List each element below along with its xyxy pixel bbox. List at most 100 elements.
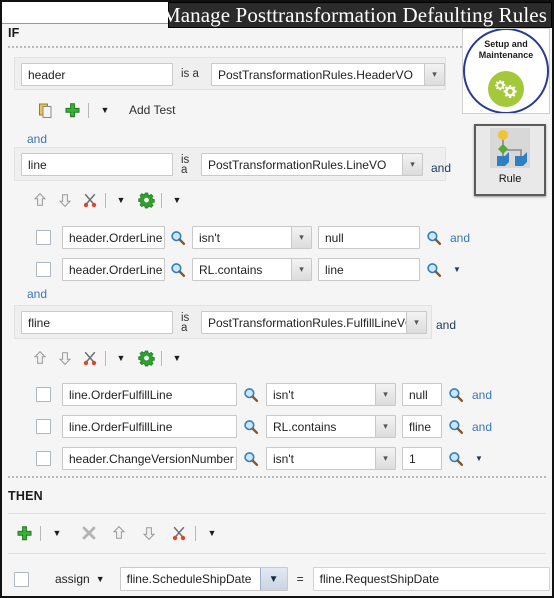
test-row-checkbox[interactable] bbox=[36, 451, 51, 466]
arrow-up-icon[interactable] bbox=[30, 190, 50, 210]
chevron-down-icon[interactable]: ▾ bbox=[424, 64, 444, 85]
test-operator-value: RL.contains bbox=[273, 419, 337, 434]
setup-tile-line2: Maintenance bbox=[478, 50, 534, 60]
test-left-operand[interactable]: header.ChangeVersionNumber bbox=[62, 447, 237, 470]
search-icon[interactable] bbox=[426, 230, 442, 246]
test-connector-and[interactable]: and bbox=[472, 388, 492, 402]
search-icon[interactable] bbox=[448, 451, 464, 467]
test-operator-combo[interactable]: RL.contains ▾ bbox=[266, 415, 396, 438]
caret-down-icon[interactable]: ▼ bbox=[96, 574, 105, 584]
caret-down-icon[interactable]: ▼ bbox=[167, 190, 187, 210]
test-right-operand[interactable]: fline bbox=[402, 415, 442, 438]
fact-type-combo-line[interactable]: PostTransformationRules.LineVO ▾ bbox=[201, 153, 423, 176]
search-icon[interactable] bbox=[243, 419, 259, 435]
plus-icon[interactable] bbox=[62, 100, 82, 120]
caret-down-icon[interactable]: ▼ bbox=[453, 265, 461, 274]
search-icon[interactable] bbox=[170, 230, 186, 246]
chevron-down-icon[interactable]: ▾ bbox=[375, 448, 395, 469]
fact-type-value-fline: PostTransformationRules.FulfillLineVO bbox=[208, 315, 406, 330]
action-type-label[interactable]: assign bbox=[55, 572, 90, 586]
test-row-checkbox[interactable] bbox=[36, 230, 51, 245]
then-toolbar: ▼ ▼ bbox=[14, 523, 222, 543]
caret-down-icon[interactable]: ▼ bbox=[95, 100, 115, 120]
x-icon[interactable] bbox=[79, 523, 99, 543]
then-section-label: THEN bbox=[8, 489, 43, 503]
arrow-up-icon[interactable] bbox=[30, 348, 50, 368]
then-action-row: assign ▼ fline.ScheduleShipDate ▼ = flin… bbox=[14, 567, 550, 591]
caret-down-icon[interactable]: ▼ bbox=[475, 454, 483, 463]
copy-icon[interactable] bbox=[36, 100, 56, 120]
search-icon[interactable] bbox=[243, 387, 259, 403]
test-connector-and[interactable]: and bbox=[450, 231, 470, 245]
fact-variable-input-fline[interactable]: fline bbox=[21, 311, 173, 334]
table-row: header.OrderLine isn't ▾ null and bbox=[36, 226, 470, 249]
search-icon[interactable] bbox=[448, 387, 464, 403]
chevron-down-icon[interactable]: ▾ bbox=[291, 259, 311, 280]
chevron-down-icon[interactable]: ▾ bbox=[406, 312, 426, 333]
test-right-operand[interactable]: null bbox=[402, 383, 442, 406]
caret-down-icon[interactable]: ▼ bbox=[167, 348, 187, 368]
test-row-checkbox[interactable] bbox=[36, 387, 51, 402]
scissors-icon[interactable] bbox=[169, 523, 189, 543]
chevron-down-icon[interactable]: ▾ bbox=[375, 384, 395, 405]
chevron-down-icon[interactable]: ▾ bbox=[402, 154, 422, 175]
rule-tile-label: Rule bbox=[498, 173, 522, 185]
fact-type-combo-fline[interactable]: PostTransformationRules.FulfillLineVO ▾ bbox=[201, 311, 427, 334]
fact-variable-input-header[interactable]: header bbox=[21, 63, 173, 86]
table-row: line.OrderFulfillLine RL.contains ▾ flin… bbox=[36, 415, 492, 438]
search-icon[interactable] bbox=[243, 451, 259, 467]
add-test-label[interactable]: Add Test bbox=[129, 103, 175, 117]
test-left-operand[interactable]: line.OrderFulfillLine bbox=[62, 415, 237, 438]
test-left-operand[interactable]: header.OrderLine bbox=[62, 258, 165, 281]
chevron-down-icon[interactable]: ▾ bbox=[375, 416, 395, 437]
test-operator-value: isn't bbox=[273, 451, 294, 466]
caret-down-icon[interactable]: ▼ bbox=[111, 348, 131, 368]
test-operator-combo[interactable]: RL.contains ▾ bbox=[192, 258, 312, 281]
arrow-down-icon[interactable] bbox=[55, 348, 75, 368]
search-icon[interactable] bbox=[448, 419, 464, 435]
test-left-operand[interactable]: line.OrderFulfillLine bbox=[62, 383, 237, 406]
scissors-icon[interactable] bbox=[80, 348, 100, 368]
search-icon[interactable] bbox=[170, 262, 186, 278]
table-row: line.OrderFulfillLine isn't ▾ null and bbox=[36, 383, 492, 406]
setup-and-maintenance-tile[interactable]: Setup and Maintenance bbox=[462, 28, 550, 114]
is-a-label-3: is a bbox=[181, 311, 190, 334]
arrow-up-icon[interactable] bbox=[109, 523, 129, 543]
test-row-checkbox[interactable] bbox=[36, 419, 51, 434]
test-operator-combo[interactable]: isn't ▾ bbox=[192, 226, 312, 249]
toolbar-separator bbox=[161, 192, 162, 208]
arrow-down-icon[interactable] bbox=[139, 523, 159, 543]
connector-and-1[interactable]: and bbox=[27, 132, 47, 146]
action-target-combo[interactable]: fline.ScheduleShipDate ▼ bbox=[119, 567, 288, 591]
test-row-checkbox[interactable] bbox=[36, 262, 51, 277]
test-right-operand[interactable]: 1 bbox=[402, 447, 442, 470]
caret-down-icon[interactable]: ▼ bbox=[111, 190, 131, 210]
test-right-operand[interactable]: null bbox=[318, 226, 420, 249]
table-row: header.ChangeVersionNumber isn't ▾ 1 ▼ bbox=[36, 447, 483, 470]
toolbar-separator bbox=[88, 102, 89, 118]
test-right-operand[interactable]: line bbox=[318, 258, 420, 281]
gear-icon[interactable] bbox=[136, 348, 156, 368]
test-connector-and[interactable]: and bbox=[472, 420, 492, 434]
chevron-down-icon[interactable]: ▼ bbox=[259, 568, 287, 590]
setup-tile-line1: Setup and bbox=[484, 39, 528, 49]
test-operator-combo[interactable]: isn't ▾ bbox=[266, 383, 396, 406]
action-value-input[interactable]: fline.RequestShipDate bbox=[312, 567, 550, 591]
plus-icon[interactable] bbox=[14, 523, 34, 543]
caret-down-icon[interactable]: ▼ bbox=[47, 523, 67, 543]
test-operator-combo[interactable]: isn't ▾ bbox=[266, 447, 396, 470]
chevron-down-icon[interactable]: ▾ bbox=[291, 227, 311, 248]
arrow-down-icon[interactable] bbox=[55, 190, 75, 210]
test-left-operand[interactable]: header.OrderLine bbox=[62, 226, 165, 249]
scissors-icon[interactable] bbox=[80, 190, 100, 210]
fact-row-header: header is a PostTransformationRules.Head… bbox=[14, 57, 446, 90]
connector-and-2[interactable]: and bbox=[27, 287, 47, 301]
caret-down-icon[interactable]: ▼ bbox=[202, 523, 222, 543]
fact-variable-input-line[interactable]: line bbox=[21, 153, 173, 176]
gear-icon[interactable] bbox=[136, 190, 156, 210]
rule-tile[interactable]: Rule bbox=[474, 124, 546, 196]
action-row-checkbox[interactable] bbox=[14, 571, 29, 587]
search-icon[interactable] bbox=[426, 262, 442, 278]
fact-type-combo-header[interactable]: PostTransformationRules.HeaderVO ▾ bbox=[211, 63, 445, 86]
then-section-divider bbox=[8, 476, 546, 478]
